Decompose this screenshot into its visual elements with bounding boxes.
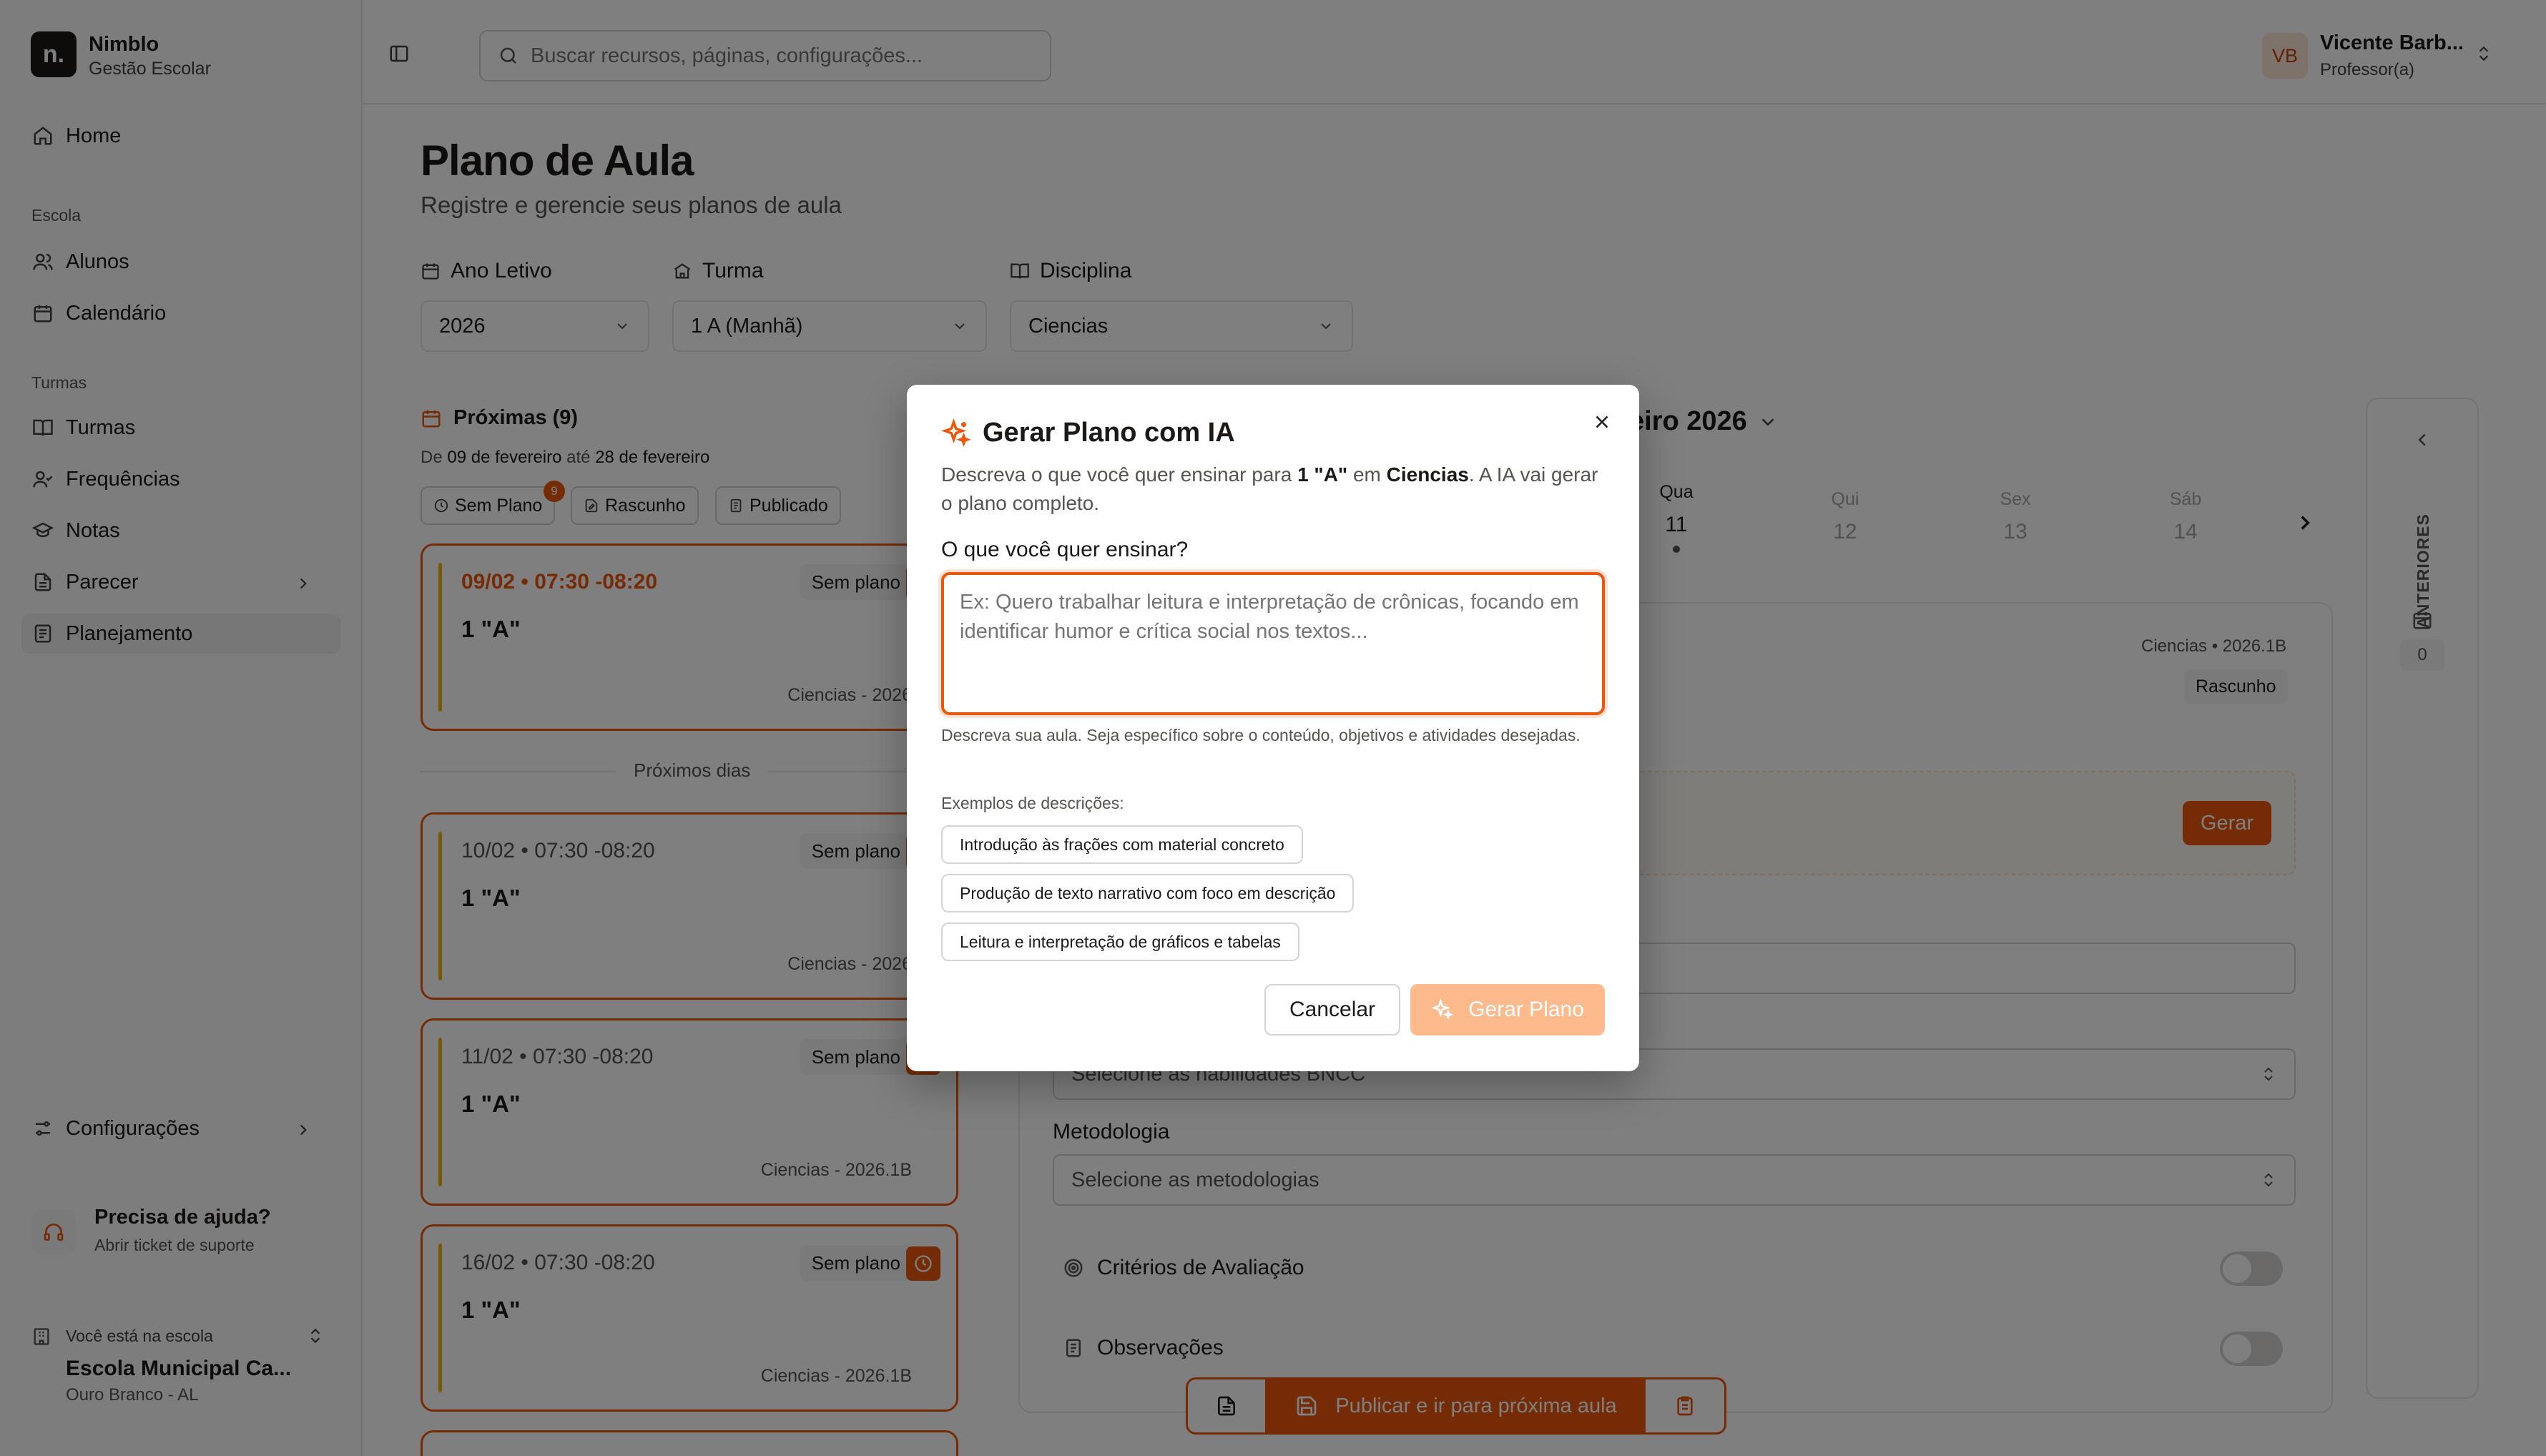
generate-ai-dialog: Gerar Plano com IA Descreva o que você q… [907,385,1639,1071]
example-button[interactable]: Produção de texto narrativo com foco em … [941,874,1355,913]
textarea-help: Descreva sua aula. Seja específico sobre… [941,726,1581,744]
cancel-button[interactable]: Cancelar [1264,984,1400,1036]
example-button[interactable]: Leitura e interpretação de gráficos e ta… [941,923,1299,961]
dialog-title: Gerar Plano com IA [941,418,1235,448]
examples-label: Exemplos de descrições: [941,794,1124,812]
sparkles-icon [941,418,971,448]
close-button[interactable] [1586,406,1618,438]
close-icon [1591,411,1613,433]
generate-plan-button[interactable]: Gerar Plano [1410,984,1605,1036]
lesson-description-textarea[interactable] [941,572,1605,715]
desc-part: Descreva o que você quer ensinar para [941,463,1298,486]
question-label: O que você quer ensinar? [941,538,1189,561]
dialog-description: Descreva o que você quer ensinar para 1 … [941,461,1606,518]
desc-subject: Ciencias [1386,463,1469,486]
sparkles-icon [1431,998,1455,1021]
desc-part: em [1347,463,1387,486]
desc-class: 1 "A" [1297,463,1348,486]
generate-plan-label: Gerar Plano [1468,998,1584,1021]
example-button[interactable]: Introdução às frações com material concr… [941,825,1303,864]
dialog-title-text: Gerar Plano com IA [983,418,1235,448]
